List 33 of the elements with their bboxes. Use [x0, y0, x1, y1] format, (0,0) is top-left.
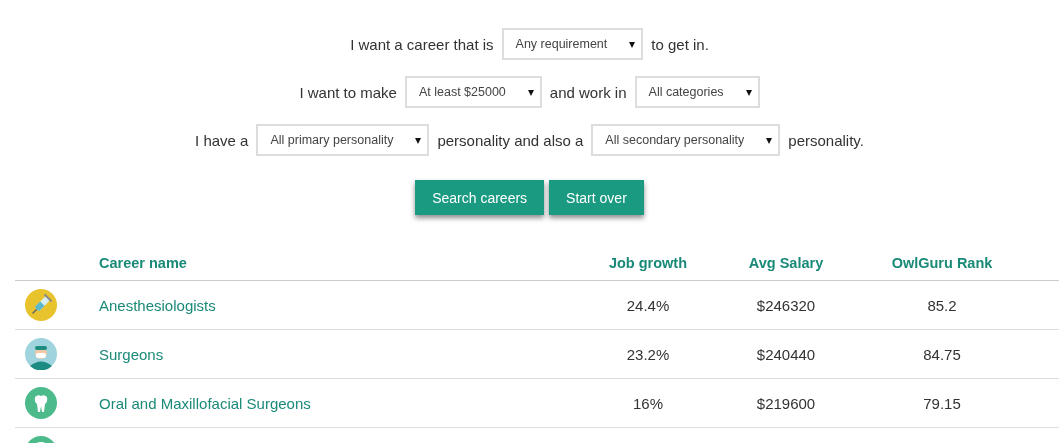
tooth-icon — [25, 387, 57, 419]
start-over-button[interactable]: Start over — [549, 180, 644, 215]
column-header: Job growth — [607, 253, 689, 271]
dropdown[interactable]: All secondary personality ▾ — [591, 124, 781, 156]
column-header: Avg Salary — [747, 253, 825, 271]
syringe-icon — [25, 289, 57, 321]
dropdown[interactable]: All primary personality ▾ — [256, 124, 430, 156]
dropdown[interactable]: All categories ▾ — [634, 76, 760, 108]
column-header: OwlGuru Rank — [890, 253, 994, 271]
surgeon-icon — [25, 338, 57, 370]
career-link[interactable]: Anesthesiologists — [99, 296, 571, 314]
table-cell-text: 23.2% — [625, 345, 671, 363]
table-cell-text: 84.75 — [922, 345, 962, 363]
filter-label: I have a — [195, 131, 249, 149]
dropdown[interactable]: Any requirement ▾ — [501, 28, 644, 60]
table-cell-text: 24.4% — [625, 296, 671, 314]
filter-label: I want to make — [299, 83, 397, 101]
career-link[interactable]: Surgeons — [99, 345, 571, 363]
filter-label: personality. — [788, 131, 864, 149]
filter-label: to get in. — [651, 35, 709, 53]
filter-label: personality and also a — [437, 131, 584, 149]
career-link[interactable]: Oral and Maxillofacial Surgeons — [99, 394, 571, 412]
search-button[interactable]: Search careers — [415, 180, 545, 215]
table-cell-text: 79.15 — [922, 394, 962, 412]
table-cell-text: $240440 — [755, 345, 817, 363]
table-cell-text: 16% — [632, 394, 664, 412]
table-cell-text: $246320 — [755, 296, 817, 314]
filter-label: I want a career that is — [350, 35, 494, 53]
table-cell-text: 85.2 — [926, 296, 958, 314]
table-cell-text: $219600 — [755, 394, 817, 412]
column-header: Career name — [99, 253, 188, 271]
filter-label: and work in — [549, 83, 627, 101]
dropdown[interactable]: At least $25000 ▾ — [404, 76, 542, 108]
